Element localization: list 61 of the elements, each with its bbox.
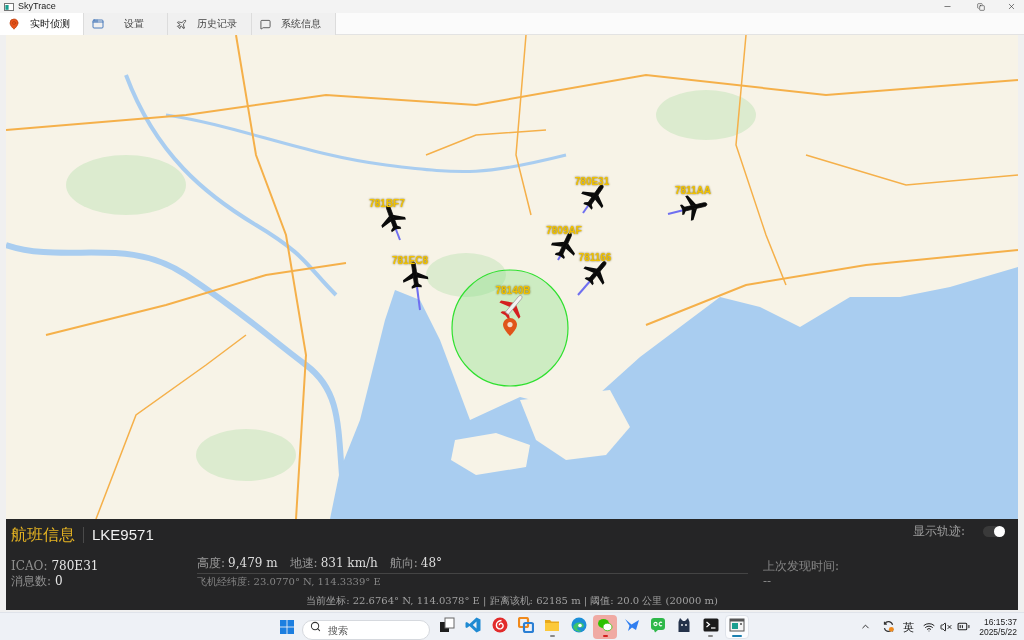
field-value: 0 — [55, 574, 63, 589]
clock-button[interactable]: 16:15:37 2025/5/22 — [979, 616, 1017, 637]
panel-title: 航班信息 — [11, 525, 75, 545]
restore-icon — [977, 2, 985, 11]
app-window-icon — [92, 18, 104, 30]
field-label: 地速: — [289, 556, 318, 571]
cat-icon — [676, 616, 693, 633]
terminal-icon — [702, 616, 719, 633]
aircraft-label: 781EC8 — [391, 254, 429, 266]
field-value: 9,479 m — [228, 556, 278, 571]
field-value: 780E31 — [51, 559, 99, 574]
aircraft-label: 781BF7 — [369, 197, 405, 209]
show-track-label: 显示轨迹: — [912, 524, 965, 538]
search-field[interactable]: 搜索 — [301, 620, 430, 640]
aircraft-label: 780E31 — [574, 175, 610, 187]
plane-icon[interactable] — [680, 195, 708, 221]
flight-callsign: LKE9571 — [92, 525, 154, 545]
map-pin-icon — [8, 18, 20, 30]
code-editor-icon — [465, 616, 482, 633]
grid-icon — [279, 619, 294, 634]
plane-icon[interactable] — [583, 261, 607, 286]
input-method-indicator[interactable]: 英 — [903, 619, 915, 634]
aircraft-coordinates: 飞机经纬度: 23.0770° N, 114.3339° E — [197, 575, 381, 589]
search-icon — [309, 621, 321, 632]
field-value: 831 km/h — [320, 556, 378, 571]
muted-speaker-icon[interactable] — [940, 620, 953, 633]
aircraft-label: 781166 — [578, 251, 612, 263]
message-icon — [260, 18, 271, 30]
window-title: SkyTrace — [18, 1, 56, 12]
bird-icon — [623, 616, 640, 633]
overlapping-squares-icon — [518, 616, 534, 633]
chat-tile-icon — [649, 616, 666, 633]
field-label: 航向: — [389, 556, 418, 571]
tab[interactable]: 历史记录 — [168, 13, 252, 35]
browser-icon — [570, 616, 587, 633]
tab[interactable]: 设置 — [84, 13, 168, 35]
field-label: 高度: — [197, 556, 226, 571]
status-line: 当前坐标: 22.6764° N, 114.0378° E | 距离该机: 62185 m | 阈值: 20.0 公里 (20000 m) — [306, 594, 718, 608]
window-stack-icon — [438, 616, 455, 633]
close-icon — [1006, 2, 1016, 11]
tab[interactable]: 系统信息 — [252, 13, 336, 35]
field-label: ICAO: — [11, 559, 48, 574]
wifi-icon[interactable] — [923, 620, 936, 633]
aircraft-label: 7809AF — [546, 224, 582, 236]
aircraft-label: 7811AA — [674, 184, 712, 196]
location-pin-icon — [503, 318, 517, 336]
last-seen-value: -- — [763, 574, 772, 589]
show-track-toggle[interactable] — [983, 525, 1005, 537]
field-label: 消息数: — [11, 574, 52, 589]
field-value: 48° — [420, 556, 443, 571]
plane-icon — [176, 18, 187, 30]
sync-icon[interactable] — [882, 620, 896, 633]
last-seen-label: 上次发现时间: — [763, 559, 840, 574]
chat-bubbles-icon — [597, 616, 614, 633]
music-icon — [491, 616, 508, 633]
aircraft-label: 78140B — [495, 284, 531, 296]
app-window-icon — [729, 616, 746, 633]
tab[interactable]: 实时侦测 — [0, 13, 84, 35]
battery-icon[interactable] — [957, 620, 971, 633]
taskbar-app-button[interactable] — [725, 614, 750, 639]
plane-icon[interactable] — [581, 184, 604, 210]
